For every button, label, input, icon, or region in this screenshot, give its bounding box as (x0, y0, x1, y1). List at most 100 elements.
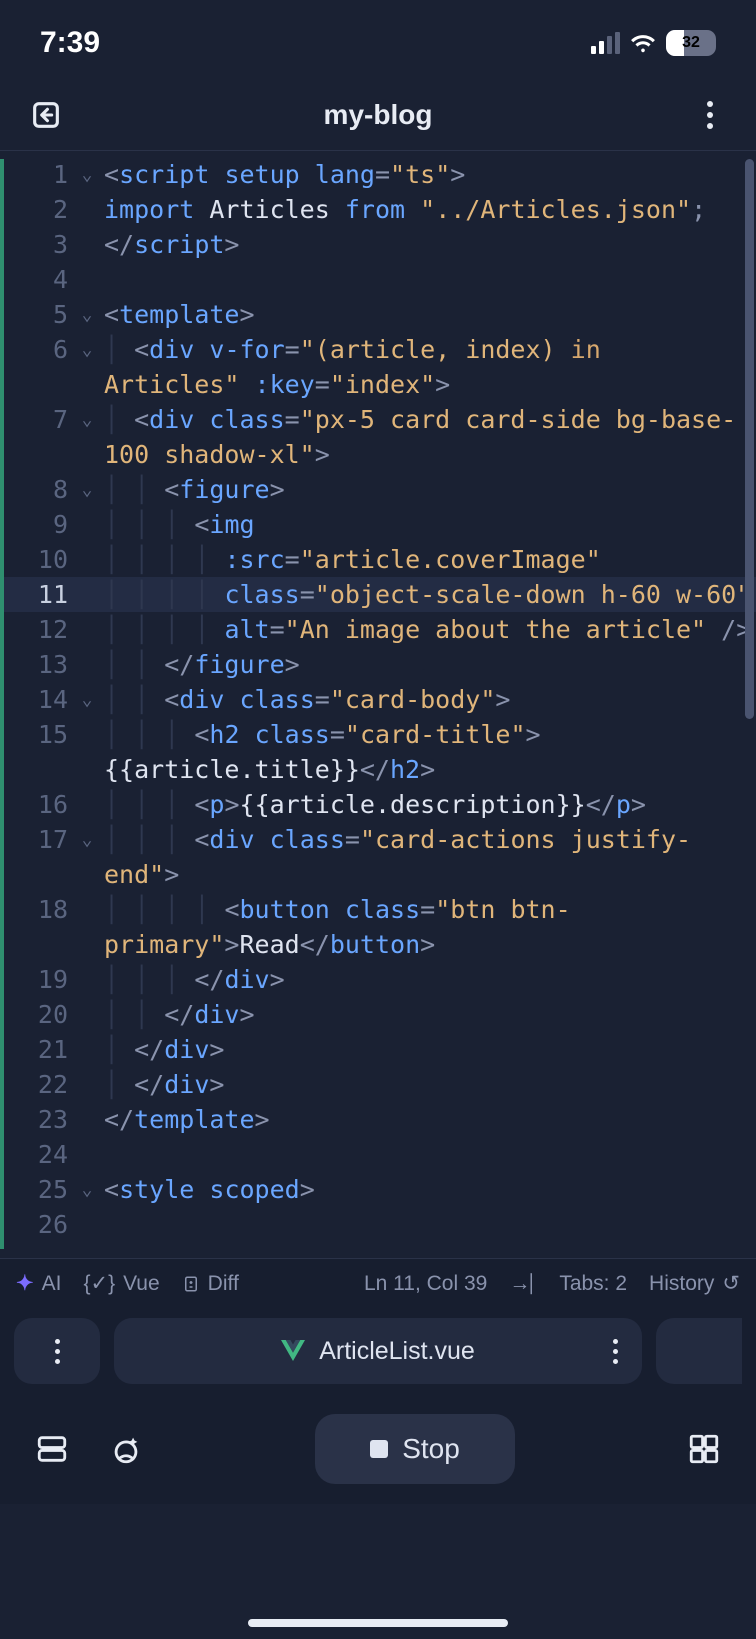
ai-sparkle-icon: ✦ (16, 1271, 34, 1296)
code-content: </script> (100, 227, 756, 262)
file-name: ArticleList.vue (319, 1337, 475, 1366)
code-content: import Articles from "../Articles.json"; (100, 192, 756, 227)
code-line[interactable]: 9│ │ │ <img (0, 507, 756, 542)
dots-vertical-icon (55, 1339, 60, 1364)
cursor-position[interactable]: Ln 11, Col 39 (364, 1272, 487, 1296)
fold-chevron-icon[interactable]: ⌄ (74, 297, 100, 332)
code-line[interactable]: 14⌄│ │ <div class="card-body"> (0, 682, 756, 717)
fold-chevron-icon[interactable]: ⌄ (74, 822, 100, 857)
home-indicator[interactable] (248, 1619, 508, 1627)
diff-icon (182, 1275, 200, 1293)
tab-list-menu-button[interactable] (14, 1318, 100, 1384)
fold-chevron-icon[interactable]: ⌄ (74, 332, 100, 367)
code-content: Articles" :key="index"> (100, 367, 756, 402)
code-content: │ │ </figure> (100, 647, 756, 682)
code-line-continuation[interactable]: {{article.title}}</h2> (0, 752, 756, 787)
status-indicators: 32 (591, 30, 716, 56)
code-content: primary">Read</button> (100, 927, 756, 962)
stop-label: Stop (402, 1433, 460, 1465)
code-line[interactable]: 16 │ │ │ <p>{{article.description}}</p> (0, 787, 756, 822)
code-line[interactable]: 17⌄│ │ │ <div class="card-actions justif… (0, 822, 756, 857)
code-content: │ │ │ <p>{{article.description}}</p> (100, 787, 756, 822)
scrollbar-thumb[interactable] (745, 159, 754, 719)
code-line[interactable]: 21│ </div> (0, 1032, 756, 1067)
line-number: 23 (0, 1102, 74, 1137)
more-menu-button[interactable] (690, 95, 730, 135)
bottom-toolbar: Stop (0, 1394, 756, 1504)
back-button[interactable] (26, 95, 66, 135)
next-tab-peek[interactable] (656, 1318, 742, 1384)
tab-options-button[interactable] (613, 1339, 618, 1364)
app-header: my-blog (0, 80, 756, 150)
code-content: <template> (100, 297, 756, 332)
code-content: │ │ <figure> (100, 472, 756, 507)
code-line[interactable]: 25⌄<style scoped> (0, 1172, 756, 1207)
line-number: 10 (0, 542, 74, 577)
language-mode[interactable]: {✓} Vue (83, 1271, 159, 1296)
fold-chevron-icon[interactable]: ⌄ (74, 157, 100, 192)
code-content: │ │ │ <div class="card-actions justify- (100, 822, 756, 857)
ai-indicator[interactable]: ✦ AI (16, 1271, 61, 1296)
history-icon: ↺ (722, 1271, 740, 1296)
code-line-continuation[interactable]: Articles" :key="index"> (0, 367, 756, 402)
fold-chevron-icon[interactable]: ⌄ (74, 472, 100, 507)
apps-grid-button[interactable] (680, 1425, 728, 1473)
active-file-tab[interactable]: ArticleList.vue (114, 1318, 642, 1384)
code-line[interactable]: 15 │ │ │ <h2 class="card-title"> (0, 717, 756, 752)
ai-assistant-button[interactable] (102, 1425, 150, 1473)
line-number: 16 (0, 787, 74, 822)
panels-button[interactable] (28, 1425, 76, 1473)
code-content: {{article.title}}</h2> (100, 752, 756, 787)
code-line[interactable]: 26 (0, 1207, 756, 1242)
indent-mode[interactable]: →⎸ Tabs: 2 (509, 1272, 627, 1296)
code-line[interactable]: 22│ </div> (0, 1067, 756, 1102)
line-number: 24 (0, 1137, 74, 1172)
code-line[interactable]: 4 (0, 262, 756, 297)
code-line[interactable]: 7⌄│ <div class="px-5 card card-side bg-b… (0, 402, 756, 437)
line-number: 4 (0, 262, 74, 297)
fold-chevron-icon[interactable]: ⌄ (74, 682, 100, 717)
line-number: 1 (0, 157, 74, 192)
code-line[interactable]: 19│ │ │ </div> (0, 962, 756, 997)
line-number: 22 (0, 1067, 74, 1102)
code-line[interactable]: 1⌄<script setup lang="ts"> (0, 157, 756, 192)
line-number: 17 (0, 822, 74, 857)
code-line[interactable]: 11│ │ │ │ class="object-scale-down h-60 … (0, 577, 756, 612)
line-number: 6 (0, 332, 74, 367)
git-change-indicator (0, 159, 4, 1249)
code-line[interactable]: 23</template> (0, 1102, 756, 1137)
code-content: <style scoped> (100, 1172, 756, 1207)
code-content: │ │ │ </div> (100, 962, 756, 997)
code-line[interactable]: 24 (0, 1137, 756, 1172)
code-line[interactable]: 6⌄│ <div v-for="(article, index) in (0, 332, 756, 367)
code-line[interactable]: 18│ │ │ │ <button class="btn btn- (0, 892, 756, 927)
line-number: 25 (0, 1172, 74, 1207)
code-line-continuation[interactable]: primary">Read</button> (0, 927, 756, 962)
dots-vertical-icon (707, 101, 713, 129)
file-tab-bar: ArticleList.vue (0, 1308, 756, 1394)
code-editor[interactable]: 1⌄<script setup lang="ts">2import Articl… (0, 150, 756, 1258)
code-content: │ │ │ │ class="object-scale-down h-60 w-… (100, 577, 756, 612)
stop-button[interactable]: Stop (315, 1414, 515, 1484)
code-line[interactable]: 12│ │ │ │ alt="An image about the articl… (0, 612, 756, 647)
code-line[interactable]: 8⌄│ │ <figure> (0, 472, 756, 507)
fold-chevron-icon[interactable]: ⌄ (74, 1172, 100, 1207)
line-number: 9 (0, 507, 74, 542)
code-line[interactable]: 20│ │ </div> (0, 997, 756, 1032)
code-line[interactable]: 3</script> (0, 227, 756, 262)
fold-chevron-icon[interactable]: ⌄ (74, 402, 100, 437)
project-title: my-blog (66, 99, 690, 131)
code-line[interactable]: 2import Articles from "../Articles.json"… (0, 192, 756, 227)
code-content: │ │ │ <h2 class="card-title"> (100, 717, 756, 752)
code-line-continuation[interactable]: 100 shadow-xl"> (0, 437, 756, 472)
cellular-signal-icon (591, 32, 620, 54)
history-button[interactable]: History ↺ (649, 1271, 740, 1296)
code-content: │ </div> (100, 1032, 756, 1067)
code-line[interactable]: 13│ │ </figure> (0, 647, 756, 682)
line-number: 15 (0, 717, 74, 752)
code-line[interactable]: 5⌄<template> (0, 297, 756, 332)
code-line-continuation[interactable]: end"> (0, 857, 756, 892)
tab-arrow-icon: →⎸ (509, 1272, 551, 1296)
diff-indicator[interactable]: Diff (182, 1272, 239, 1296)
code-line[interactable]: 10│ │ │ │ :src="article.coverImage" (0, 542, 756, 577)
